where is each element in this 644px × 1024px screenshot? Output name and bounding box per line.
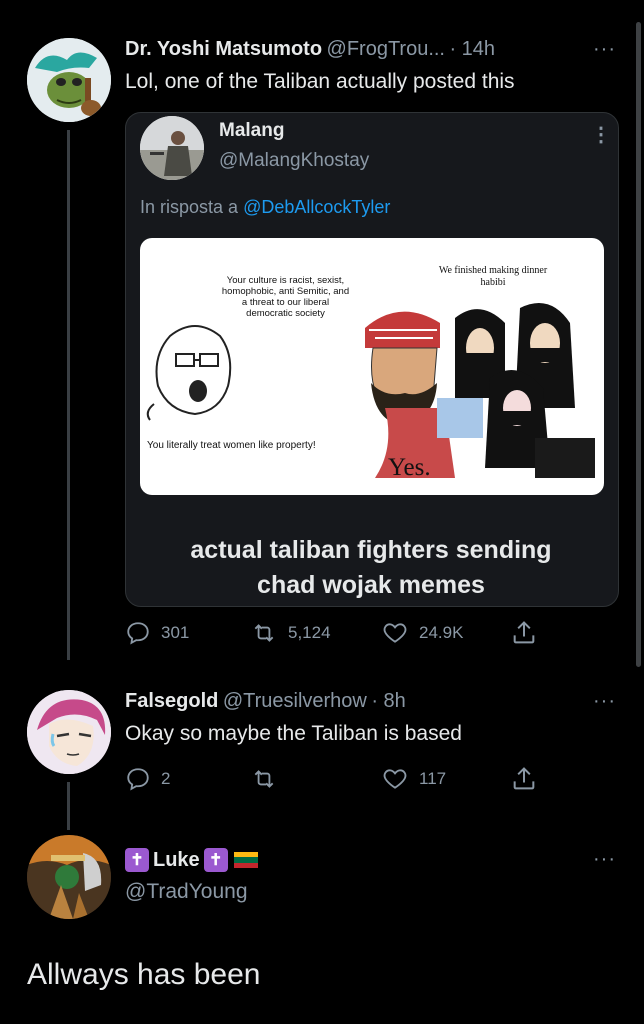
- tweet1-more-icon[interactable]: ···: [593, 38, 616, 61]
- crying-wojak-icon: [146, 325, 232, 421]
- like-button[interactable]: 24.9K: [381, 620, 463, 646]
- tweet2-retweet-button[interactable]: [250, 766, 288, 792]
- reply-count: 301: [161, 623, 190, 642]
- scrollbar[interactable]: [636, 22, 641, 667]
- tweet3-handle[interactable]: @TradYoung: [125, 880, 248, 904]
- avatar-frog[interactable]: [27, 38, 111, 122]
- tweet1-display-name[interactable]: Dr. Yoshi Matsumoto: [125, 38, 322, 60]
- tweet2-reply-count: 2: [161, 769, 171, 788]
- caption-line-2: chad wojak memes: [257, 571, 485, 599]
- tweet1-time[interactable]: · 14h: [449, 38, 495, 60]
- cross-left-icon: ✝: [125, 848, 149, 872]
- thread-line-2: [67, 782, 70, 830]
- meme-right-text: We finished making dinner habibi: [438, 265, 548, 288]
- share-icon: [513, 767, 535, 790]
- tweet1-header: Dr. Yoshi Matsumoto @FrogTrou... · 14h: [125, 38, 495, 61]
- meme-bottom-text: You literally treat women like property!: [147, 440, 316, 451]
- tweet3-more-icon[interactable]: ···: [593, 848, 616, 871]
- quoted-more-icon[interactable]: ⋮: [591, 122, 611, 147]
- tweet2-handle[interactable]: @Truesilverhow: [223, 690, 367, 712]
- tweet2-share-button[interactable]: [510, 765, 548, 793]
- retweet-icon: [254, 770, 274, 788]
- tweet1-handle[interactable]: @FrogTrou...: [327, 38, 445, 60]
- retweet-count: 5,124: [288, 623, 331, 642]
- tweet2-reply-button[interactable]: 2: [125, 766, 170, 792]
- tweet2-time[interactable]: · 8h: [371, 690, 405, 712]
- reply-icon: [127, 768, 149, 791]
- share-button[interactable]: [510, 619, 548, 647]
- tweet2-more-icon[interactable]: ···: [593, 690, 616, 713]
- retweet-button[interactable]: 5,124: [250, 620, 331, 646]
- tweet3-display-name[interactable]: Luke: [153, 849, 200, 872]
- taliban-chad-icon: [365, 303, 595, 478]
- thread-line: [67, 130, 70, 660]
- reply-button[interactable]: 301: [125, 620, 189, 646]
- reply-prefix: In risposta a: [140, 197, 239, 217]
- avatar-luke[interactable]: [27, 835, 111, 919]
- luke-avatar-icon: [27, 835, 111, 919]
- like-count: 24.9K: [419, 623, 464, 642]
- quoted-display-name[interactable]: Malang: [219, 120, 284, 142]
- heart-icon: [383, 623, 407, 643]
- tweet2-like-button[interactable]: 117: [381, 766, 446, 792]
- meme-image[interactable]: Your culture is racist, sexist, homophob…: [140, 238, 604, 495]
- heart-icon: [383, 769, 407, 789]
- tweet2-header: Falsegold @Truesilverhow · 8h: [125, 690, 406, 713]
- meme-yes-text: Yes.: [388, 454, 431, 481]
- meme-caption: actual taliban fighters sending chad woj…: [125, 533, 617, 603]
- malang-avatar-icon: [140, 116, 204, 180]
- reply-to-link[interactable]: @DebAllcockTyler: [243, 197, 390, 217]
- avatar-malang[interactable]: [140, 116, 204, 180]
- quoted-handle[interactable]: @MalangKhostay: [219, 150, 369, 172]
- tweet2-like-count: 117: [419, 769, 447, 788]
- cross-right-icon: ✝: [203, 848, 228, 872]
- frog-avatar-icon: [27, 38, 111, 122]
- share-icon: [513, 621, 535, 644]
- lithuania-flag-icon: [233, 852, 258, 868]
- tweet2-display-name[interactable]: Falsegold: [125, 690, 218, 712]
- tweet1-text: Lol, one of the Taliban actually posted …: [125, 70, 515, 93]
- reply-context: In risposta a @DebAllcockTyler: [140, 197, 390, 218]
- tweet3-header: ✝ Luke ✝: [125, 848, 258, 872]
- caption-line-1: actual taliban fighters sending: [190, 536, 552, 564]
- tweet2-text: Okay so maybe the Taliban is based: [125, 722, 462, 745]
- reply-icon: [127, 622, 149, 645]
- anime-avatar-icon: [27, 690, 111, 774]
- retweet-icon: [254, 624, 274, 642]
- avatar-falsegold[interactable]: [27, 690, 111, 774]
- tweet3-text: Allways has been: [27, 958, 261, 991]
